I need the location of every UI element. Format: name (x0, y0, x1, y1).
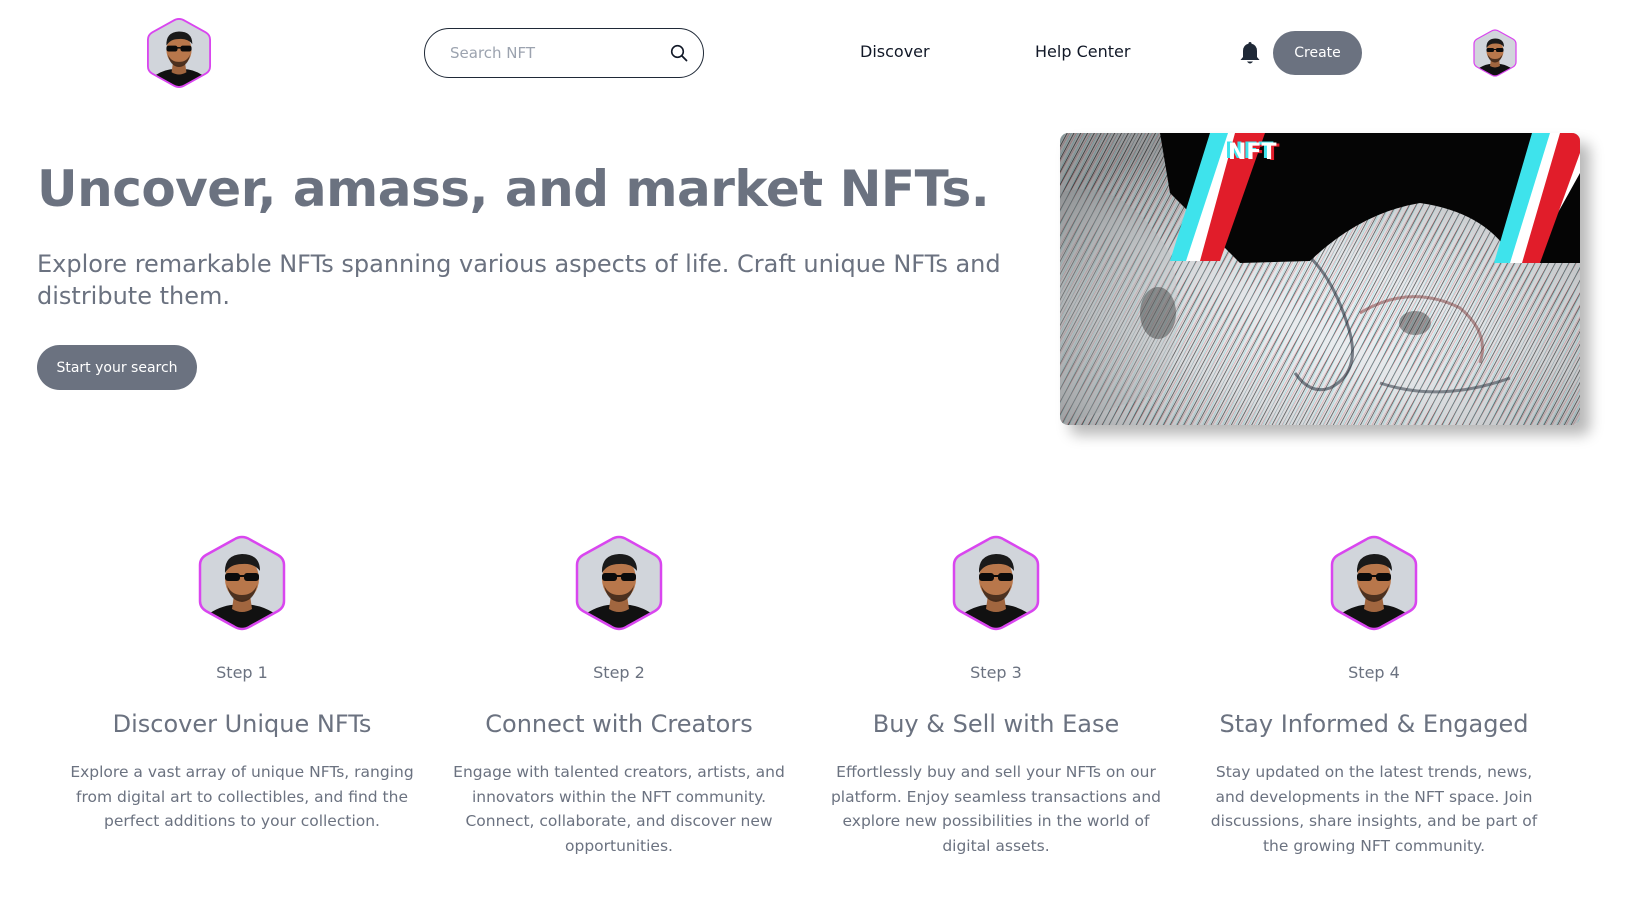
bell-icon[interactable] (1238, 40, 1262, 66)
step-label: Step 2 (593, 663, 645, 682)
hero-title: Uncover, amass, and market NFTs. (37, 160, 990, 218)
logo-avatar-icon[interactable] (144, 16, 214, 90)
step-card: Step 4 Stay Informed & Engaged Stay upda… (1194, 533, 1554, 858)
nav-discover-link[interactable]: Discover (860, 42, 930, 61)
step-label: Step 4 (1348, 663, 1400, 682)
create-button[interactable]: Create (1273, 31, 1362, 75)
step-card: Step 3 Buy & Sell with Ease Effortlessly… (816, 533, 1176, 858)
step-title: Connect with Creators (485, 710, 753, 738)
step-description: Stay updated on the latest trends, news,… (1210, 763, 1538, 855)
search-bar[interactable] (424, 28, 704, 78)
step-avatar-icon (573, 533, 665, 633)
profile-avatar-icon[interactable] (1472, 28, 1518, 78)
step-avatar-icon (196, 533, 288, 633)
step-label: Step 3 (970, 663, 1022, 682)
nav-help-center-link[interactable]: Help Center (1035, 42, 1130, 61)
step-title: Discover Unique NFTs (112, 710, 372, 738)
step-label: Step 1 (216, 663, 268, 682)
step-description: Engage with talented creators, artists, … (453, 763, 785, 855)
hero-nft-image: NFT NFT NFT (1060, 133, 1580, 425)
start-search-button[interactable]: Start your search (37, 345, 197, 390)
hero-subtitle: Explore remarkable NFTs spanning various… (37, 250, 1001, 310)
svg-text:NFT: NFT (1228, 140, 1276, 165)
step-description: Explore a vast array of unique NFTs, ran… (70, 763, 414, 830)
step-card: Step 1 Discover Unique NFTs Explore a va… (62, 533, 422, 834)
step-avatar-icon (950, 533, 1042, 633)
search-input[interactable] (450, 44, 669, 62)
step-description: Effortlessly buy and sell your NFTs on o… (830, 763, 1162, 855)
step-avatar-icon (1328, 533, 1420, 633)
step-title: Stay Informed & Engaged (1219, 710, 1529, 738)
step-card: Step 2 Connect with Creators Engage with… (439, 533, 799, 858)
step-title: Buy & Sell with Ease (872, 710, 1120, 738)
search-icon[interactable] (669, 43, 689, 63)
